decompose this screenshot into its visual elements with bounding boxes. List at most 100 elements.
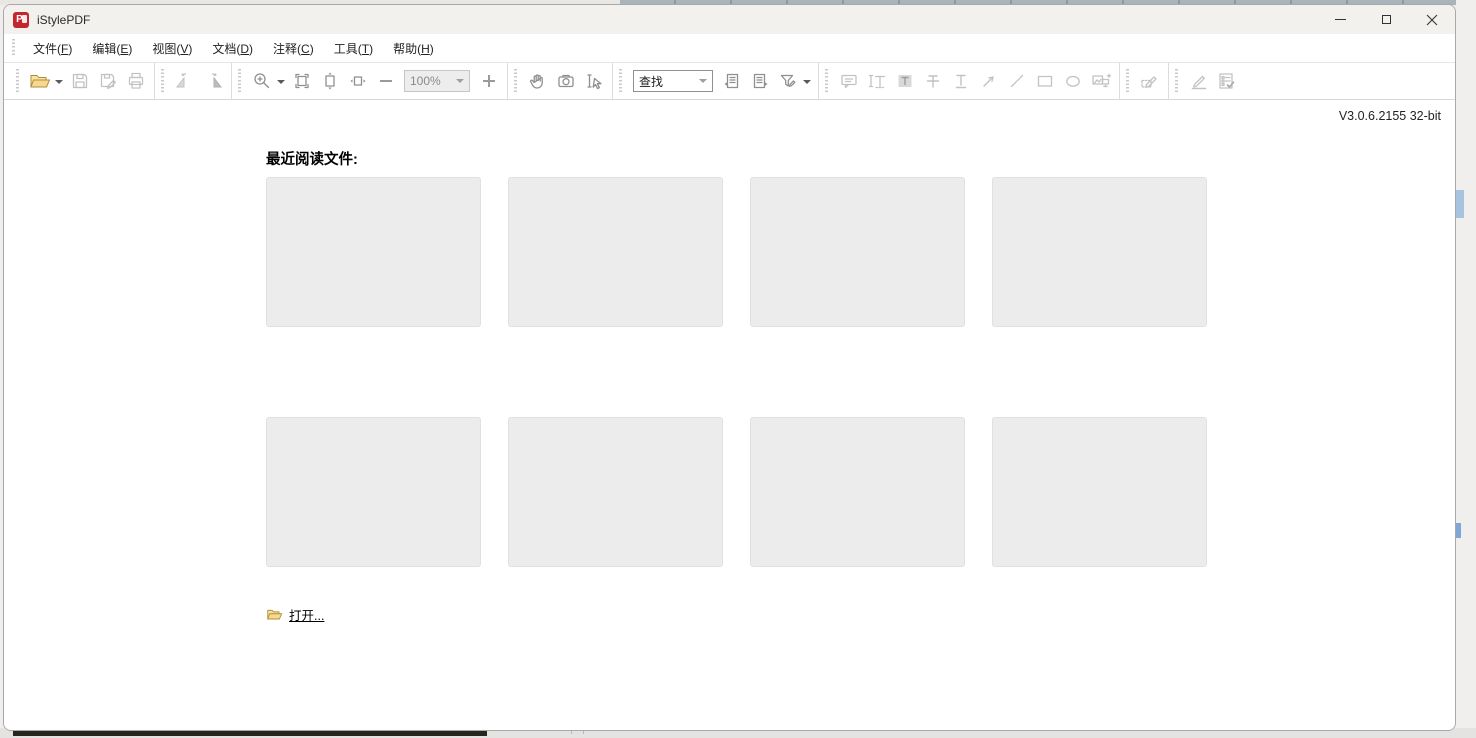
hand-icon	[528, 71, 548, 91]
menu-comment[interactable]: 注释(C)	[263, 36, 324, 61]
toolbar-grip[interactable]	[238, 69, 241, 93]
pen-icon	[1189, 71, 1209, 91]
close-button[interactable]	[1409, 5, 1455, 34]
maximize-button[interactable]	[1363, 5, 1409, 34]
toolbar-group-signature	[1120, 63, 1168, 99]
recent-file-slot	[508, 417, 723, 567]
menu-edit[interactable]: 编辑(E)	[82, 36, 142, 61]
toolbar-grip[interactable]	[514, 69, 517, 93]
save-as-button[interactable]	[94, 68, 121, 95]
chevron-down-icon	[456, 79, 464, 87]
zoom-tool-button[interactable]	[248, 68, 275, 95]
print-button[interactable]	[122, 68, 149, 95]
save-button[interactable]	[66, 68, 93, 95]
zoom-tool-dropdown[interactable]	[277, 80, 285, 88]
strikeout-text-button[interactable]	[919, 68, 946, 95]
find-previous-button[interactable]	[718, 68, 745, 95]
filter-dropdown[interactable]	[803, 80, 811, 88]
pen-edit-button[interactable]	[1185, 68, 1212, 95]
app-window: P iStylePDF 文件(F) 编辑(E) 视图(V) 文档(D) 注释(C…	[3, 4, 1456, 731]
previous-result-icon	[722, 71, 742, 91]
select-text-button[interactable]	[580, 68, 607, 95]
window-controls	[1317, 5, 1455, 34]
form-checklist-icon	[1216, 71, 1238, 91]
rotate-left-button[interactable]	[171, 68, 198, 95]
signature-button[interactable]	[1136, 68, 1163, 95]
form-check-button[interactable]	[1213, 68, 1240, 95]
zoom-out-button[interactable]	[372, 68, 399, 95]
filter-results-button[interactable]	[774, 68, 801, 95]
fit-height-button[interactable]	[316, 68, 343, 95]
image-stamp-icon	[1090, 71, 1112, 91]
menu-file[interactable]: 文件(F)	[23, 36, 82, 61]
fit-page-button[interactable]	[288, 68, 315, 95]
desktop-blue-patch-small	[1456, 523, 1461, 538]
note-comment-button[interactable]	[835, 68, 862, 95]
toolbar-grip[interactable]	[16, 69, 19, 93]
rectangle-icon	[1035, 71, 1055, 91]
toolbar-group-file	[10, 63, 154, 99]
underline-text-icon	[951, 71, 971, 91]
menubar-grip[interactable]	[12, 39, 15, 57]
recent-file-slot	[508, 177, 723, 327]
toolbar-grip[interactable]	[1175, 69, 1178, 93]
rotate-right-button[interactable]	[199, 68, 226, 95]
toolbar-grip[interactable]	[825, 69, 828, 93]
fit-page-icon	[292, 71, 312, 91]
filter-icon	[778, 71, 798, 91]
strikeout-text-icon	[923, 71, 943, 91]
titlebar: P iStylePDF	[4, 5, 1455, 34]
menubar: 文件(F) 编辑(E) 视图(V) 文档(D) 注释(C) 工具(T) 帮助(H…	[4, 34, 1455, 62]
next-result-icon	[750, 71, 770, 91]
insert-text-button[interactable]	[863, 68, 890, 95]
rotate-right-icon	[202, 71, 224, 91]
signature-icon	[1139, 71, 1161, 91]
zoom-level-combobox[interactable]: 100%	[404, 70, 470, 92]
recent-file-slot	[992, 177, 1207, 327]
rectangle-annotation-button[interactable]	[1031, 68, 1058, 95]
find-next-button[interactable]	[746, 68, 773, 95]
minimize-button[interactable]	[1317, 5, 1363, 34]
version-label: V3.0.6.2155 32-bit	[1339, 109, 1441, 123]
toolbar-group-rotate	[155, 63, 231, 99]
toolbar-group-edit	[1169, 63, 1245, 99]
ellipse-annotation-button[interactable]	[1059, 68, 1086, 95]
line-icon	[1007, 71, 1027, 91]
underline-text-button[interactable]	[947, 68, 974, 95]
open-file-button[interactable]	[26, 68, 53, 95]
app-icon: P	[13, 12, 29, 28]
toolbar-grip[interactable]	[619, 69, 622, 93]
snapshot-button[interactable]	[552, 68, 579, 95]
menu-help[interactable]: 帮助(H)	[383, 36, 444, 61]
recent-files-grid	[266, 177, 1207, 567]
zoom-magnifier-icon	[252, 71, 272, 91]
recent-file-slot	[266, 417, 481, 567]
menu-tools[interactable]: 工具(T)	[324, 36, 383, 61]
open-folder-icon	[29, 71, 51, 91]
menu-document[interactable]: 文档(D)	[202, 36, 263, 61]
open-file-dropdown[interactable]	[55, 80, 63, 88]
image-annotation-button[interactable]	[1087, 68, 1114, 95]
menu-view[interactable]: 视图(V)	[142, 36, 202, 61]
toolbar-grip[interactable]	[161, 69, 164, 93]
highlight-text-button[interactable]	[891, 68, 918, 95]
toolbar-group-zoom: 100%	[232, 63, 507, 99]
toolbar-grip[interactable]	[1126, 69, 1129, 93]
recent-file-slot	[992, 417, 1207, 567]
toolbar-group-annotate	[819, 63, 1119, 99]
arrow-icon	[979, 71, 999, 91]
toolbar-group-find: 查找	[613, 63, 818, 99]
camera-icon	[556, 71, 576, 91]
find-combobox[interactable]: 查找	[633, 70, 713, 92]
zoom-in-icon	[480, 72, 498, 90]
rotate-left-icon	[174, 71, 196, 91]
arrow-annotation-button[interactable]	[975, 68, 1002, 95]
recent-file-slot	[750, 417, 965, 567]
hand-tool-button[interactable]	[524, 68, 551, 95]
line-annotation-button[interactable]	[1003, 68, 1030, 95]
zoom-out-icon	[377, 72, 395, 90]
recent-file-slot	[266, 177, 481, 327]
open-file-link[interactable]: 打开...	[289, 605, 324, 624]
fit-width-button[interactable]	[344, 68, 371, 95]
zoom-in-button[interactable]	[475, 68, 502, 95]
